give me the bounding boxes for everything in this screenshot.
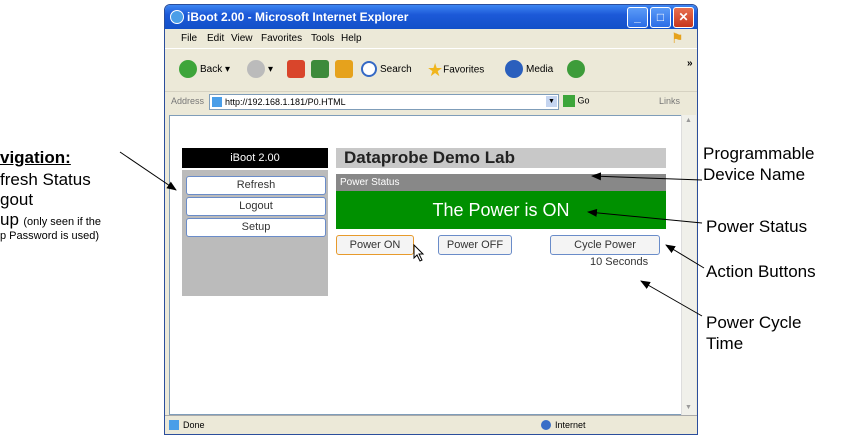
annotation-action-buttons: Action Buttons: [706, 262, 816, 281]
page-icon: [212, 97, 222, 107]
annotation-logout: gout: [0, 190, 34, 209]
status-text: Done: [183, 420, 205, 430]
refresh-button[interactable]: Refresh: [186, 176, 326, 195]
power-on-button[interactable]: Power ON: [336, 235, 414, 255]
power-status-text: The Power is ON: [336, 191, 666, 229]
scroll-up-arrow-icon[interactable]: ▲: [684, 117, 693, 126]
cycle-power-button[interactable]: Cycle Power: [550, 235, 660, 255]
toolbar: Back ▾ ▾ Search ★Favorites Media »: [165, 48, 697, 91]
annotation-setup: up (only seen if the: [0, 210, 101, 230]
back-button[interactable]: Back ▾: [179, 59, 230, 81]
minimize-button[interactable]: _: [627, 7, 648, 28]
address-input[interactable]: http://192.168.1.181/P0.HTML ▼: [209, 94, 559, 110]
refresh-browser-button[interactable]: [311, 59, 332, 81]
media-icon: [505, 60, 523, 79]
history-button[interactable]: [567, 59, 588, 81]
forward-arrow-icon: [247, 60, 265, 79]
go-arrow-icon: [563, 95, 575, 107]
annotation-power-status: Power Status: [706, 217, 808, 236]
annotation-setup-big: up: [0, 210, 19, 229]
power-cycle-time: 10 Seconds: [590, 256, 649, 268]
address-dropdown-icon[interactable]: ▼: [546, 96, 557, 107]
annotation-device-name-line2: Device Name: [703, 165, 806, 184]
menu-help[interactable]: Help: [341, 33, 362, 44]
stop-icon: [287, 60, 305, 79]
search-icon: [361, 61, 377, 78]
favorites-button[interactable]: ★Favorites: [427, 59, 484, 81]
search-label: Search: [380, 64, 412, 75]
address-value: http://192.168.1.181/P0.HTML: [225, 97, 346, 107]
search-button[interactable]: Search: [361, 59, 412, 81]
device-name: Dataprobe Demo Lab: [336, 148, 666, 168]
history-icon: [567, 60, 585, 79]
star-icon: ★: [427, 60, 444, 80]
iboot-logo: iBoot 2.00: [182, 148, 328, 168]
forward-button[interactable]: ▾: [247, 59, 273, 81]
address-bar: Address http://192.168.1.181/P0.HTML ▼ G…: [165, 91, 697, 112]
scroll-down-arrow-icon[interactable]: ▼: [684, 404, 693, 413]
home-button[interactable]: [335, 59, 356, 81]
power-status-header: Power Status: [336, 174, 666, 191]
annotation-refresh-status: fresh Status: [0, 170, 91, 189]
logout-button[interactable]: Logout: [186, 197, 326, 216]
media-label: Media: [526, 64, 554, 75]
toolbar-overflow-icon[interactable]: »: [687, 53, 693, 75]
maximize-button[interactable]: □: [650, 7, 671, 28]
annotation-device-name-line1: Programmable: [703, 144, 815, 163]
favorites-label: Favorites: [443, 64, 485, 76]
address-label: Address: [171, 96, 205, 106]
home-icon: [335, 60, 353, 79]
stop-button[interactable]: [287, 59, 308, 81]
menu-tools[interactable]: Tools: [311, 33, 334, 44]
back-label: Back: [200, 64, 223, 75]
refresh-icon: [311, 60, 329, 79]
annotation-navigation-title: vigation:: [0, 148, 71, 167]
annotation-setup-small: (only seen if the: [23, 216, 102, 228]
windows-flag-icon: ⚑: [671, 30, 684, 46]
links-label[interactable]: Links: [659, 96, 680, 106]
mouse-cursor-icon: [413, 244, 425, 262]
back-arrow-icon: [179, 60, 197, 79]
annotation-cycle-time-line2: Time: [706, 334, 744, 353]
menu-edit[interactable]: Edit: [207, 33, 224, 44]
menu-view[interactable]: View: [231, 33, 253, 44]
annotation-setup-note: p Password is used): [0, 230, 100, 242]
window-title: iBoot 2.00 - Microsoft Internet Explorer: [187, 10, 409, 24]
go-button[interactable]: Go: [563, 95, 590, 107]
internet-zone-label: Internet: [555, 420, 586, 430]
page-viewport: iBoot 2.00 Dataprobe Demo Lab Refresh Lo…: [169, 115, 687, 415]
power-off-button[interactable]: Power OFF: [438, 235, 512, 255]
setup-button[interactable]: Setup: [186, 218, 326, 237]
ie-logo-icon: [170, 10, 184, 24]
close-button[interactable]: ✕: [673, 7, 694, 28]
menu-file[interactable]: File: [181, 33, 197, 44]
internet-zone-icon: [541, 420, 551, 430]
status-bar: Done Internet: [165, 415, 697, 434]
done-page-icon: [169, 420, 179, 430]
title-bar: iBoot 2.00 - Microsoft Internet Explorer…: [165, 5, 697, 29]
nav-panel: Refresh Logout Setup: [182, 170, 328, 296]
annotation-cycle-time-line1: Power Cycle: [706, 313, 802, 332]
vertical-scrollbar[interactable]: ▲ ▼: [681, 115, 696, 415]
annotation-cycle-time: Power Cycle Time: [706, 312, 801, 354]
media-button[interactable]: Media: [505, 59, 553, 81]
annotation-device-name: Programmable Device Name: [703, 143, 815, 185]
go-label: Go: [577, 95, 590, 106]
menu-bar: File Edit View Favorites Tools Help ⚑: [165, 29, 697, 48]
browser-window: iBoot 2.00 - Microsoft Internet Explorer…: [164, 4, 698, 435]
menu-favorites[interactable]: Favorites: [261, 33, 302, 44]
